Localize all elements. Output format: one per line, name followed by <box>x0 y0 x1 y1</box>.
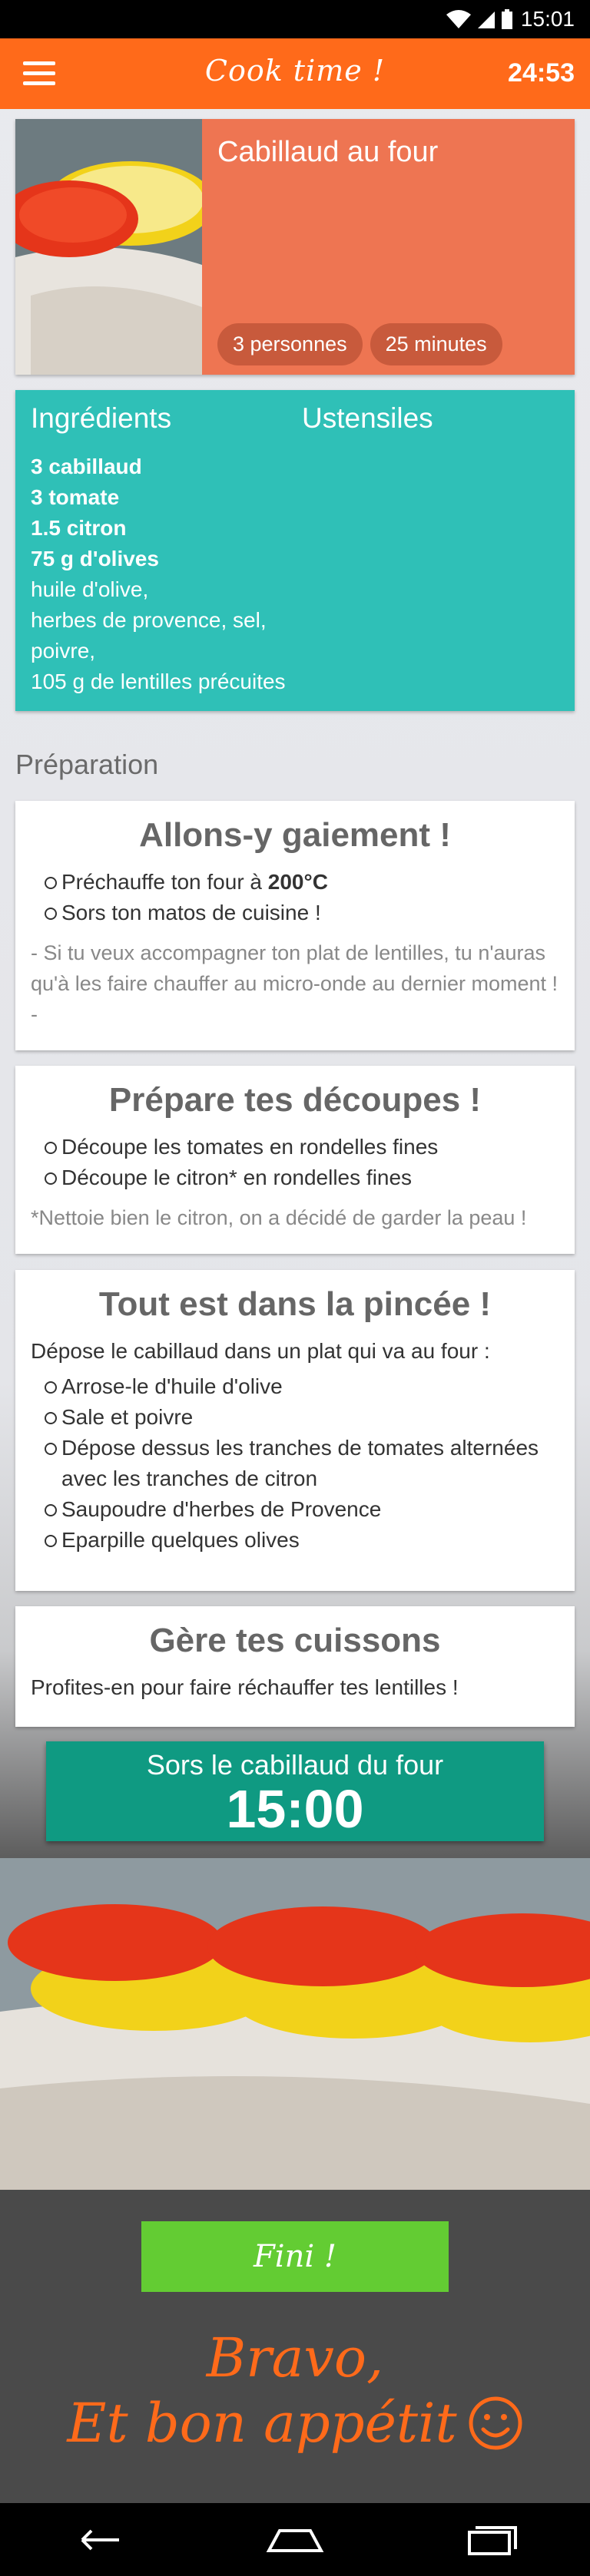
ingredient-item: 105 g de lentilles précuites <box>31 670 286 693</box>
app-title: Cook time ! <box>204 54 386 88</box>
recents-icon <box>468 2525 517 2555</box>
bravo-message: Bravo, <box>206 2326 384 2389</box>
step-item: Découpe le citron* en rondelles fines <box>45 1162 559 1193</box>
ingredients-card: Ingrédients Ustensiles 3 cabillaud 3 tom… <box>15 390 575 711</box>
home-icon <box>266 2528 324 2552</box>
timer-value: 15:00 <box>226 1779 364 1839</box>
ingredient-item: 75 g d'olives <box>31 547 159 570</box>
tab-utensils[interactable]: Ustensiles <box>302 402 573 435</box>
timer-label: Sors le cabillaud du four <box>146 1749 444 1781</box>
recipe-name: Cabillaud au four <box>217 136 439 168</box>
tab-ingredients[interactable]: Ingrédients <box>31 402 302 435</box>
step-title: Prépare tes découpes ! <box>108 1081 482 1119</box>
home-button[interactable] <box>257 2517 333 2563</box>
step-note: *Nettoie bien le citron, on a décidé de … <box>31 1206 527 1229</box>
system-nav-bar <box>0 2503 590 2576</box>
ingredient-list: 3 cabillaud 3 tomate 1.5 citron 75 g d'o… <box>31 451 286 697</box>
preparation-title: Préparation <box>15 749 159 780</box>
back-button[interactable] <box>60 2517 137 2563</box>
ingredient-item: 3 cabillaud <box>31 455 142 478</box>
global-timer: 24:53 <box>508 58 575 88</box>
step-title: Allons-y gaiement ! <box>139 816 451 854</box>
back-icon <box>81 2529 119 2550</box>
step-item: Sors ton matos de cuisine ! <box>45 898 559 928</box>
battery-icon <box>501 9 512 29</box>
recipe-thumbnail <box>15 119 202 375</box>
app-bar: Cook time ! 24:53 <box>0 38 590 109</box>
wifi-icon <box>446 10 471 28</box>
step-card: Allons-y gaiement ! Préchauffe ton four … <box>15 801 575 1050</box>
done-button[interactable]: Fini ! <box>141 2221 449 2292</box>
dish-photo <box>0 1858 590 2190</box>
step-title: Gère tes cuissons <box>149 1622 441 1659</box>
recents-button[interactable] <box>453 2517 530 2563</box>
step-list: Découpe les tomates en rondelles fines D… <box>31 1132 559 1193</box>
step-note: - Si tu veux accompagner ton plat de len… <box>31 941 559 1026</box>
step-card: Prépare tes découpes ! Découpe les tomat… <box>15 1066 575 1254</box>
step-list: Préchauffe ton four à 200°C Sors ton mat… <box>31 867 559 928</box>
step-item: Saupoudre d'herbes de Provence <box>45 1494 559 1525</box>
bon-appetit-message: Et bon appétit <box>0 2392 590 2455</box>
smiley-icon <box>469 2396 522 2450</box>
status-time: 15:01 <box>520 7 575 31</box>
step-item: Préchauffe ton four à 200°C <box>45 867 559 898</box>
bon-appetit-text: Et bon appétit <box>67 2392 457 2455</box>
step-item: Sale et poivre <box>45 1402 559 1433</box>
step-item: Dépose dessus les tranches de tomates al… <box>45 1433 559 1494</box>
ingredient-item: herbes de provence, sel, <box>31 608 267 632</box>
step-intro: Profites-en pour faire réchauffer tes le… <box>31 1675 459 1699</box>
step-card: Tout est dans la pincée ! Dépose le cabi… <box>15 1270 575 1591</box>
ingredient-item: huile d'olive, <box>31 577 149 601</box>
step-card: Gère tes cuissons Profites-en pour faire… <box>15 1606 575 1727</box>
step-list: Arrose-le d'huile d'olive Sale et poivre… <box>31 1371 559 1556</box>
status-bar: 15:01 <box>0 0 590 38</box>
duration-chip: 25 minutes <box>370 323 502 365</box>
step-title: Tout est dans la pincée ! <box>98 1285 492 1323</box>
step-item: Arrose-le d'huile d'olive <box>45 1371 559 1402</box>
recipe-header-card: Cabillaud au four 3 personnes 25 minutes <box>15 119 575 375</box>
step-intro: Dépose le cabillaud dans un plat qui va … <box>31 1339 490 1363</box>
step-item: Eparpille quelques olives <box>45 1525 559 1556</box>
ingredient-item: 1.5 citron <box>31 516 127 540</box>
servings-chip: 3 personnes <box>217 323 363 365</box>
signal-icon <box>477 12 495 28</box>
recipe-info: Cabillaud au four 3 personnes 25 minutes <box>202 119 575 375</box>
step-item: Découpe les tomates en rondelles fines <box>45 1132 559 1162</box>
cook-timer-button[interactable]: Sors le cabillaud du four 15:00 <box>46 1741 544 1841</box>
ingredient-item: 3 tomate <box>31 485 120 509</box>
ingredient-item: poivre, <box>31 639 96 663</box>
status-icons <box>446 8 513 30</box>
